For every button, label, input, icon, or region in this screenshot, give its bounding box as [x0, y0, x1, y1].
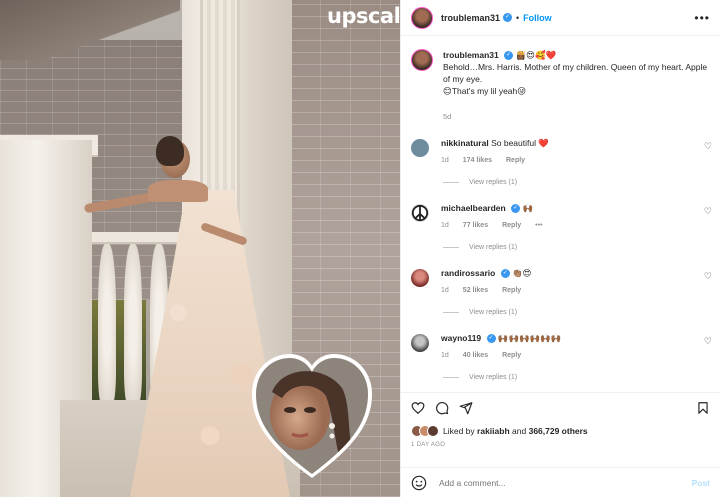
- caption-text-2: 😊That's my lil yeah😜: [443, 86, 527, 96]
- avatar[interactable]: [411, 139, 429, 157]
- comment-likes[interactable]: 174 likes: [463, 155, 492, 167]
- likes-prefix: Liked by: [443, 426, 475, 436]
- header-username[interactable]: troubleman31: [441, 13, 500, 23]
- post-header: troubleman31 ✓ • Follow •••: [401, 0, 720, 36]
- peace-icon[interactable]: [411, 204, 429, 222]
- comment-more-button[interactable]: •••: [535, 220, 542, 232]
- caption-text: Behold…Mrs. Harris. Mother of my childre…: [443, 62, 708, 84]
- likes-count-link[interactable]: 366,729 others: [529, 426, 588, 436]
- add-comment-input[interactable]: [439, 477, 692, 488]
- view-replies-button[interactable]: View replies (1): [443, 309, 720, 316]
- avatar[interactable]: [411, 269, 429, 287]
- likes-text: Liked by rakiiabh and 366,729 others: [443, 426, 588, 436]
- comment-item: michaelbearden ✓ 🙌🏾 1d 77 likes Reply ••…: [401, 202, 720, 232]
- verified-badge-icon: ✓: [503, 13, 513, 22]
- photo-baluster: [98, 244, 116, 404]
- photo-figure-shoulders: [148, 180, 208, 202]
- reply-button[interactable]: Reply: [502, 285, 521, 297]
- comment-meta: 1d 77 likes Reply •••: [441, 220, 710, 232]
- comment-likes[interactable]: 77 likes: [463, 220, 488, 232]
- liked-by-user-link[interactable]: rakiiabh: [477, 426, 510, 436]
- verified-badge-icon: ✓: [504, 51, 514, 61]
- view-replies-button[interactable]: View replies (1): [443, 374, 720, 381]
- caption-emojis: 👸🏾😍🥰❤️: [515, 50, 557, 60]
- comment-meta: 1d 40 likes Reply: [441, 350, 710, 362]
- photo-railing: [80, 232, 190, 244]
- comment-icon[interactable]: [435, 401, 449, 415]
- comment-item: nikkinatural So beautiful ❤️ 1d 174 like…: [401, 137, 720, 167]
- heart-icon[interactable]: [411, 401, 425, 415]
- more-options-button[interactable]: •••: [694, 11, 710, 25]
- comment-item: wayno119 ✓ 🙌🏾🙌🏾🙌🏾🙌🏾🙌🏾🙌🏾 1d 40 likes Repl…: [401, 332, 720, 362]
- post-sidebar: troubleman31 ✓ • Follow ••• troubleman31…: [400, 0, 720, 497]
- comment-body: nikkinatural So beautiful ❤️ 1d 174 like…: [441, 137, 710, 167]
- comment-body: michaelbearden ✓ 🙌🏾 1d 77 likes Reply ••…: [441, 202, 710, 232]
- separator-dot: •: [516, 12, 520, 23]
- avatar[interactable]: [427, 425, 439, 437]
- verified-badge-icon: ✓: [486, 334, 496, 344]
- reply-button[interactable]: Reply: [506, 155, 525, 167]
- comment-time[interactable]: 1d: [441, 220, 449, 232]
- comments-scroll-area[interactable]: troubleman31 ✓ 👸🏾😍🥰❤️ Behold…Mrs. Harris…: [401, 37, 720, 392]
- post-actions: Liked by rakiiabh and 366,729 others 1 D…: [401, 392, 720, 448]
- comment-like-heart-icon[interactable]: ♡: [704, 141, 712, 152]
- comment-likes[interactable]: 52 likes: [463, 285, 488, 297]
- emoji-icon[interactable]: [411, 475, 427, 491]
- comment-username[interactable]: michaelbearden: [441, 203, 506, 213]
- share-icon[interactable]: [459, 401, 473, 415]
- follow-button[interactable]: Follow: [523, 13, 552, 23]
- likes-joiner: and: [512, 426, 527, 436]
- comment-likes[interactable]: 40 likes: [463, 350, 488, 362]
- comment-body: wayno119 ✓ 🙌🏾🙌🏾🙌🏾🙌🏾🙌🏾🙌🏾 1d 40 likes Repl…: [441, 332, 710, 362]
- comment-like-heart-icon[interactable]: ♡: [704, 206, 712, 217]
- comment-text: So beautiful ❤️: [491, 138, 549, 148]
- post-date[interactable]: 1 DAY AGO: [411, 442, 710, 448]
- heart-portrait-inset: [252, 354, 372, 478]
- comment-body: randirossario ✓ 👏🏽😍 1d 52 likes Reply: [441, 267, 710, 297]
- photo-roof: [0, 0, 180, 60]
- comment-item: randirossario ✓ 👏🏽😍 1d 52 likes Reply ♡: [401, 267, 720, 297]
- post-caption: troubleman31 ✓ 👸🏾😍🥰❤️ Behold…Mrs. Harris…: [401, 37, 720, 123]
- action-row: [411, 401, 710, 415]
- caption-timestamp: 5d: [443, 112, 452, 121]
- bookmark-icon[interactable]: [696, 401, 710, 415]
- comment-time[interactable]: 1d: [441, 155, 449, 167]
- verified-badge-icon: ✓: [511, 204, 521, 214]
- photo-baluster: [124, 244, 142, 404]
- comment-text: 🙌🏾: [522, 203, 534, 213]
- reply-button[interactable]: Reply: [502, 350, 521, 362]
- comment-meta: 1d 52 likes Reply: [441, 285, 710, 297]
- view-replies-button[interactable]: View replies (1): [443, 244, 720, 251]
- post-photo[interactable]: upscale: [0, 0, 400, 497]
- avatar[interactable]: [411, 334, 429, 352]
- photo-figure-hair: [156, 136, 184, 166]
- caption-body: troubleman31 ✓ 👸🏾😍🥰❤️ Behold…Mrs. Harris…: [443, 49, 710, 123]
- comment-like-heart-icon[interactable]: ♡: [704, 336, 712, 347]
- view-replies-button[interactable]: View replies (1): [443, 179, 720, 186]
- instagram-post-modal: upscale: [0, 0, 720, 497]
- avatar[interactable]: [411, 6, 433, 29]
- add-comment-bar: Post: [401, 467, 720, 497]
- comment-like-heart-icon[interactable]: ♡: [704, 271, 712, 282]
- likes-summary: Liked by rakiiabh and 366,729 others: [411, 425, 710, 437]
- comment-text: 🙌🏾🙌🏾🙌🏾🙌🏾🙌🏾🙌🏾: [497, 333, 562, 343]
- comment-username[interactable]: wayno119: [441, 333, 481, 343]
- post-comment-button[interactable]: Post: [692, 478, 710, 488]
- comment-text: 👏🏽😍: [512, 268, 532, 278]
- comment-time[interactable]: 1d: [441, 350, 449, 362]
- comment-time[interactable]: 1d: [441, 285, 449, 297]
- comment-username[interactable]: randirossario: [441, 268, 495, 278]
- avatar[interactable]: [411, 49, 433, 71]
- verified-badge-icon: ✓: [500, 269, 510, 279]
- comment-username[interactable]: nikkinatural: [441, 138, 489, 148]
- reply-button[interactable]: Reply: [502, 220, 521, 232]
- upscale-watermark: upscale: [327, 4, 400, 28]
- comment-meta: 1d 174 likes Reply: [441, 155, 710, 167]
- caption-username[interactable]: troubleman31: [443, 50, 499, 60]
